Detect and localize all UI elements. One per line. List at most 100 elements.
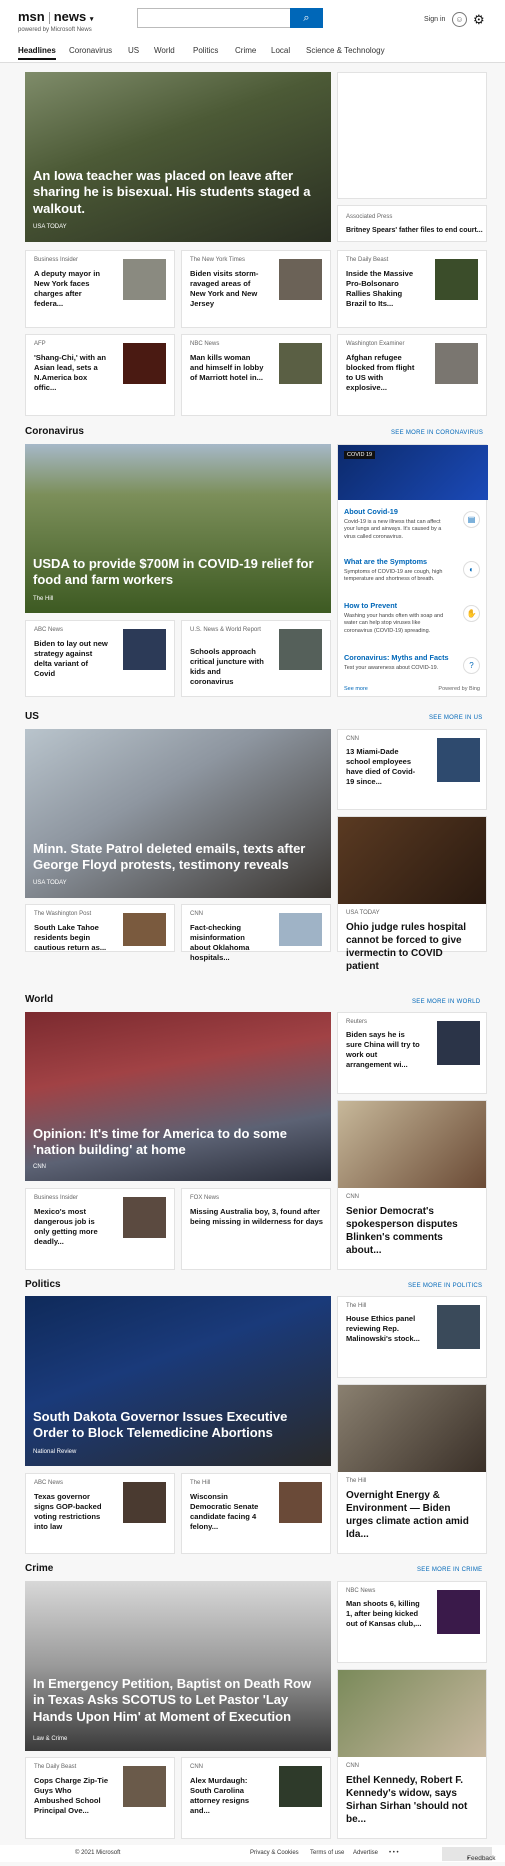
gear-icon[interactable]: ⚙ xyxy=(473,12,485,28)
brand-text[interactable]: news xyxy=(54,9,87,24)
hero-headline[interactable]: In Emergency Petition, Baptist on Death … xyxy=(33,1676,321,1725)
story-title[interactable]: 'Shang-Chi,' with an Asian lead, sets a … xyxy=(34,353,109,393)
story-card[interactable]: The Hill House Ethics panel reviewing Rep… xyxy=(337,1296,487,1378)
avatar[interactable]: ☺ xyxy=(452,12,467,27)
story-source: Reuters xyxy=(346,1019,368,1025)
story-title[interactable]: 13 Miami-Dade school employees have died… xyxy=(346,747,422,787)
covid-item-about[interactable]: About Covid-19 Covid-19 is a new illness … xyxy=(344,507,480,541)
story-title[interactable]: Schools approach critical juncture with … xyxy=(190,647,265,687)
story-title[interactable]: Ohio judge rules hospital cannot be forc… xyxy=(346,921,476,973)
feedback-button[interactable]: ▪ Feedback xyxy=(442,1847,496,1862)
story-title[interactable]: Texas governor signs GOP-backed voting r… xyxy=(34,1492,109,1532)
covid-item-prevent[interactable]: How to Prevent Washing your hands often w… xyxy=(344,601,480,635)
see-more-coronavirus-link[interactable]: SEE MORE IN CORONAVIRUS xyxy=(391,430,483,436)
story-title[interactable]: Cops Charge Zip-Tie Guys Who Ambushed Sc… xyxy=(34,1776,109,1816)
story-card-large[interactable]: The Hill Overnight Energy & Environment —… xyxy=(337,1384,487,1554)
story-card[interactable]: The Daily Beast Inside the Massive Pro-Bo… xyxy=(337,250,487,328)
see-more-us-link[interactable]: SEE MORE IN US xyxy=(429,715,483,721)
hero-coronavirus[interactable]: USDA to provide $700M in COVID-19 relief… xyxy=(25,444,331,613)
terms-link[interactable]: Terms of use xyxy=(310,1850,344,1856)
hero-top-story[interactable]: An Iowa teacher was placed on leave afte… xyxy=(25,72,331,242)
covid-item-myths[interactable]: Coronavirus: Myths and Facts Test your aw… xyxy=(344,653,480,674)
story-card[interactable]: Washington Examiner Afghan refugee blocke… xyxy=(337,334,487,416)
story-card[interactable]: U.S. News & World Report Schools approach… xyxy=(181,620,331,697)
side-story[interactable]: Associated Press Britney Spears' father … xyxy=(337,205,487,242)
story-title[interactable]: South Lake Tahoe residents begin cautiou… xyxy=(34,923,109,953)
hero-headline[interactable]: Minn. State Patrol deleted emails, texts… xyxy=(33,841,321,874)
story-title[interactable]: Man kills woman and himself in lobby of … xyxy=(190,353,265,383)
hero-headline[interactable]: Opinion: It's time for America to do som… xyxy=(33,1126,321,1159)
story-card[interactable]: The Hill Wisconsin Democratic Senate cand… xyxy=(181,1473,331,1554)
story-title[interactable]: Wisconsin Democratic Senate candidate fa… xyxy=(190,1492,265,1532)
nav-local[interactable]: Local xyxy=(271,46,290,55)
story-card[interactable]: FOX News Missing Australia boy, 3, found … xyxy=(181,1188,331,1270)
advertise-link[interactable]: Advertise xyxy=(353,1850,378,1856)
story-card[interactable]: CNN Alex Murdaugh: South Carolina attorne… xyxy=(181,1757,331,1839)
hero-world[interactable]: Opinion: It's time for America to do som… xyxy=(25,1012,331,1181)
story-title[interactable]: Inside the Massive Pro-Bolsonaro Rallies… xyxy=(346,269,421,309)
story-card[interactable]: Business Insider A deputy mayor in New Yo… xyxy=(25,250,175,328)
story-card[interactable]: Reuters Biden says he is sure China will … xyxy=(337,1012,487,1094)
hero-crime[interactable]: In Emergency Petition, Baptist on Death … xyxy=(25,1581,331,1751)
story-card[interactable]: ABC News Texas governor signs GOP-backed … xyxy=(25,1473,175,1554)
story-title[interactable]: Britney Spears' father files to end cour… xyxy=(346,227,483,234)
story-title[interactable]: Biden visits storm-ravaged areas of New … xyxy=(190,269,265,309)
story-card[interactable]: CNN Fact-checking misinformation about Ok… xyxy=(181,904,331,962)
chevron-down-icon[interactable]: ▾ xyxy=(90,16,94,23)
nav-world[interactable]: World xyxy=(154,46,175,55)
more-options-icon[interactable]: • • • xyxy=(389,1850,399,1856)
covid-item-title[interactable]: About Covid-19 xyxy=(344,507,480,516)
story-title[interactable]: Mexico's most dangerous job is only gett… xyxy=(34,1207,109,1247)
story-title[interactable]: Afghan refugee blocked from flight to US… xyxy=(346,353,421,393)
privacy-link[interactable]: Privacy & Cookies xyxy=(250,1850,299,1856)
story-card[interactable]: The Daily Beast Cops Charge Zip-Tie Guys … xyxy=(25,1757,175,1839)
see-more-world-link[interactable]: SEE MORE IN WORLD xyxy=(412,999,480,1005)
see-more-politics-link[interactable]: SEE MORE IN POLITICS xyxy=(408,1283,482,1289)
nav-crime[interactable]: Crime xyxy=(235,46,256,55)
covid-item-title[interactable]: Coronavirus: Myths and Facts xyxy=(344,653,480,662)
see-more-link[interactable]: See more xyxy=(344,686,368,692)
story-title[interactable]: Man shoots 6, killing 1, after being kic… xyxy=(346,1599,422,1629)
story-card[interactable]: NBC News Man kills woman and himself in l… xyxy=(181,334,331,416)
hero-us[interactable]: Minn. State Patrol deleted emails, texts… xyxy=(25,729,331,898)
story-card-large[interactable]: USA TODAY Ohio judge rules hospital canno… xyxy=(337,816,487,972)
story-card[interactable]: Business Insider Mexico's most dangerous … xyxy=(25,1188,175,1270)
hero-headline[interactable]: USDA to provide $700M in COVID-19 relief… xyxy=(33,556,321,589)
nav-politics[interactable]: Politics xyxy=(193,46,218,55)
story-title[interactable]: Ethel Kennedy, Robert F. Kennedy's widow… xyxy=(346,1774,476,1826)
covid-item-symptoms[interactable]: What are the Symptoms Symptoms of COVID-1… xyxy=(344,557,480,584)
story-card-large[interactable]: CNN Senior Democrat's spokesperson disput… xyxy=(337,1100,487,1270)
nav-headlines[interactable]: Headlines xyxy=(18,46,56,60)
story-title[interactable]: Biden says he is sure China will try to … xyxy=(346,1030,422,1070)
story-title[interactable]: Alex Murdaugh: South Carolina attorney r… xyxy=(190,1776,265,1816)
story-card[interactable]: CNN 13 Miami-Dade school employees have d… xyxy=(337,729,487,810)
story-card-large[interactable]: CNN Ethel Kennedy, Robert F. Kennedy's wi… xyxy=(337,1669,487,1839)
story-card[interactable]: AFP 'Shang-Chi,' with an Asian lead, sets… xyxy=(25,334,175,416)
story-title[interactable]: Biden to lay out new strategy against de… xyxy=(34,639,109,679)
story-title[interactable]: House Ethics panel reviewing Rep. Malino… xyxy=(346,1314,422,1344)
story-title[interactable]: A deputy mayor in New York faces charges… xyxy=(34,269,109,309)
story-title[interactable]: Missing Australia boy, 3, found after be… xyxy=(190,1207,324,1227)
story-card[interactable]: ABC News Biden to lay out new strategy ag… xyxy=(25,620,175,697)
carousel-dots[interactable] xyxy=(140,235,206,242)
feedback-label: Feedback xyxy=(467,1855,496,1862)
story-card[interactable]: The New York Times Biden visits storm-rav… xyxy=(181,250,331,328)
see-more-crime-link[interactable]: SEE MORE IN CRIME xyxy=(417,1567,482,1573)
story-title[interactable]: Senior Democrat's spokesperson disputes … xyxy=(346,1205,476,1257)
story-card[interactable]: The Washington Post South Lake Tahoe resi… xyxy=(25,904,175,952)
search-button[interactable]: ⌕ xyxy=(290,8,323,28)
hero-politics[interactable]: South Dakota Governor Issues Executive O… xyxy=(25,1296,331,1466)
covid-item-text: Symptoms of COVID-19 are cough, high tem… xyxy=(344,569,443,583)
covid-item-title[interactable]: How to Prevent xyxy=(344,601,480,610)
nav-science-technology[interactable]: Science & Technology xyxy=(306,46,385,55)
sign-in-link[interactable]: Sign in xyxy=(424,16,445,23)
hero-headline[interactable]: An Iowa teacher was placed on leave afte… xyxy=(33,168,321,217)
covid-item-title[interactable]: What are the Symptoms xyxy=(344,557,480,566)
nav-coronavirus[interactable]: Coronavirus xyxy=(69,46,112,55)
nav-us[interactable]: US xyxy=(128,46,139,55)
story-title[interactable]: Fact-checking misinformation about Oklah… xyxy=(190,923,265,963)
msn-logo[interactable]: msn news ▾ xyxy=(18,9,93,24)
hero-headline[interactable]: South Dakota Governor Issues Executive O… xyxy=(33,1409,321,1442)
story-title[interactable]: Overnight Energy & Environment — Biden u… xyxy=(346,1489,476,1541)
story-card[interactable]: NBC News Man shoots 6, killing 1, after b… xyxy=(337,1581,487,1663)
